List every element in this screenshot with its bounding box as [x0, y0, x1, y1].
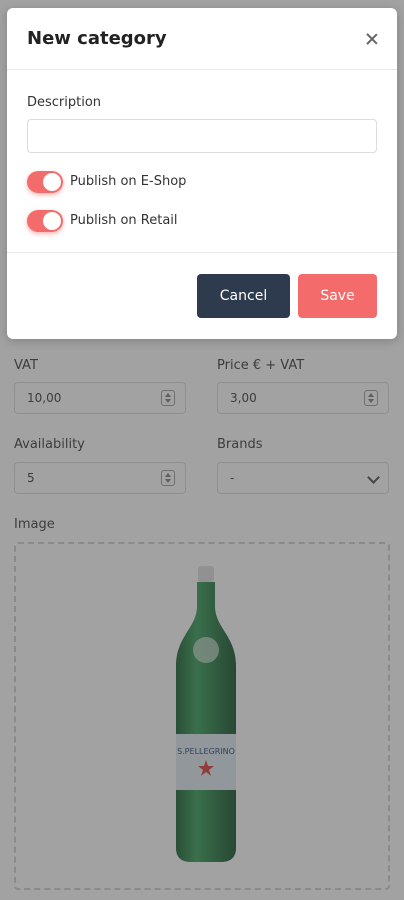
- new-category-modal: New category Description Publish on E-Sh…: [7, 8, 397, 339]
- publish-eshop-label: Publish on E-Shop: [70, 174, 187, 189]
- description-input[interactable]: [27, 119, 377, 153]
- toggle-knob: [43, 173, 61, 191]
- publish-eshop-toggle[interactable]: [27, 171, 63, 193]
- publish-retail-label: Publish on Retail: [70, 213, 178, 228]
- publish-retail-toggle[interactable]: [27, 210, 63, 232]
- close-icon[interactable]: [364, 31, 380, 47]
- save-button[interactable]: Save: [298, 274, 377, 318]
- footer-divider: [7, 252, 397, 253]
- cancel-button[interactable]: Cancel: [197, 274, 290, 318]
- description-label: Description: [27, 95, 102, 110]
- toggle-knob: [43, 212, 61, 230]
- header-divider: [7, 69, 397, 70]
- modal-title: New category: [27, 28, 167, 49]
